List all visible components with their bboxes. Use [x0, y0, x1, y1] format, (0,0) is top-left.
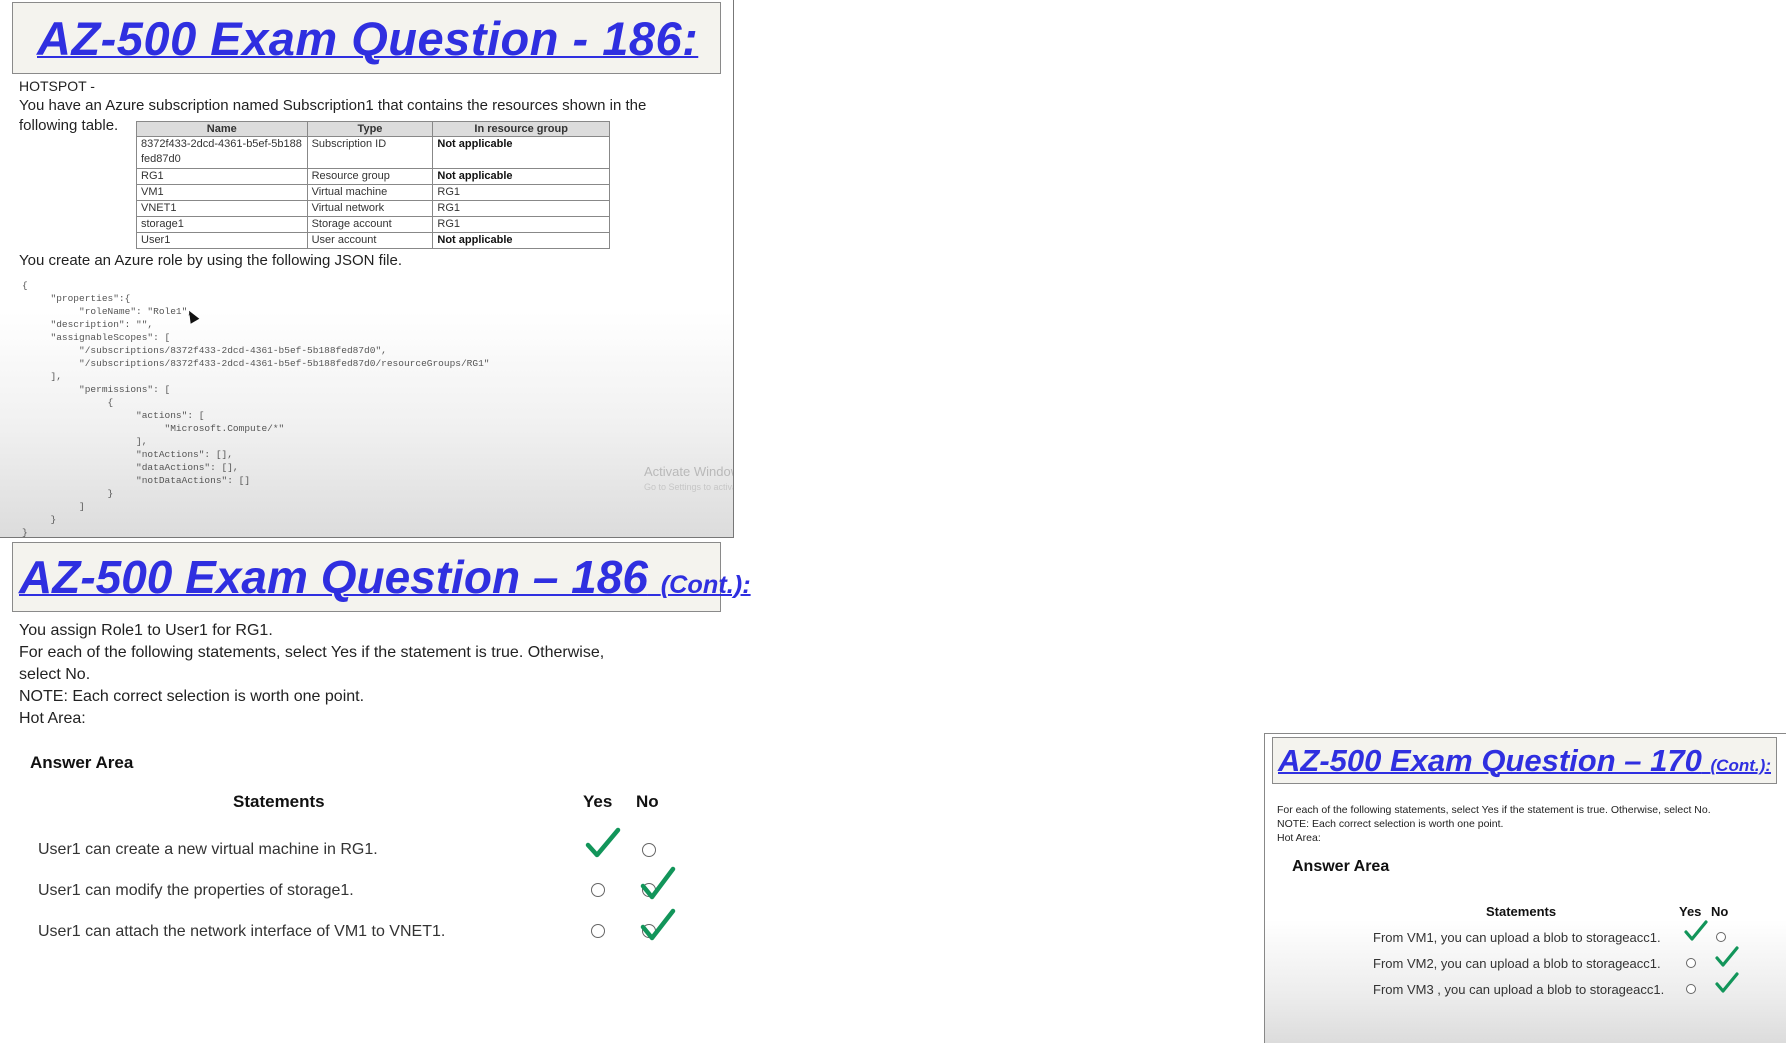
question-186-title: AZ-500 Exam Question - 186:: [37, 11, 699, 65]
table-header-row: Name Type In resource group: [136, 121, 610, 137]
yes-column-header: Yes: [583, 792, 613, 811]
no-column-header: No: [1711, 904, 1729, 919]
no-checkmark-icon[interactable]: [1715, 946, 1739, 968]
table-row: User1 User account Not applicable: [136, 232, 610, 249]
title-suffix: (Cont.):: [1710, 755, 1771, 775]
table-row: VNET1 Virtual network RG1: [136, 200, 610, 217]
table-cell: User account: [306, 232, 434, 249]
table-row: VM1 Virtual machine RG1: [136, 184, 610, 201]
table-cell: RG1: [432, 184, 610, 201]
statement-2: From VM2, you can upload a blob to stora…: [1373, 956, 1661, 971]
yes-radio-2[interactable]: [1686, 958, 1696, 968]
table-row: RG1 Resource group Not applicable: [136, 168, 610, 185]
no-radio-1[interactable]: [1716, 932, 1726, 942]
table-header-type: Type: [306, 121, 434, 137]
table-cell: storage1: [136, 216, 308, 233]
table-header-name: Name: [136, 121, 308, 137]
question-intro-line2: following table.: [19, 117, 119, 134]
table-cell: VM1: [136, 184, 308, 201]
table-cell: Resource group: [306, 168, 434, 185]
assignment-line: You assign Role1 to User1 for RG1.: [19, 622, 273, 639]
statement-3: User1 can attach the network interface o…: [38, 923, 446, 940]
hot-area-label: Hot Area:: [19, 710, 86, 727]
question-intro-line1: You have an Azure subscription named Sub…: [19, 97, 647, 114]
question-186-title-box: AZ-500 Exam Question - 186:: [12, 2, 721, 74]
instruction-line: For each of the following statements, se…: [1277, 804, 1711, 816]
question-170-cont-title-box: AZ-500 Exam Question – 170 (Cont.):: [1272, 737, 1777, 784]
title-main: AZ-500 Exam Question – 186: [19, 551, 648, 603]
yes-checkmark-icon[interactable]: [1684, 920, 1708, 942]
yes-radio-3[interactable]: [591, 924, 605, 938]
yes-checkmark-icon[interactable]: [585, 827, 621, 859]
question-186-slide: AZ-500 Exam Question - 186: HOTSPOT - Yo…: [0, 0, 734, 538]
table-row: storage1 Storage account RG1: [136, 216, 610, 233]
hotspot-label: HOTSPOT -: [19, 78, 95, 94]
no-checkmark-icon[interactable]: [640, 908, 676, 942]
table-cell: User1: [136, 232, 308, 249]
note-line: NOTE: Each correct selection is worth on…: [19, 688, 365, 705]
instruction-line: For each of the following statements, se…: [19, 644, 605, 661]
yes-radio-2[interactable]: [591, 883, 605, 897]
resource-table: Name Type In resource group 8372f433-2dc…: [136, 121, 610, 249]
table-cell: Not applicable: [432, 232, 610, 249]
statement-2: User1 can modify the properties of stora…: [38, 882, 354, 899]
instruction-line-cont: select No.: [19, 666, 91, 683]
table-cell: Not applicable: [432, 136, 610, 169]
json-intro: You create an Azure role by using the fo…: [19, 252, 402, 269]
table-cell: Subscription ID: [306, 136, 434, 169]
statements-column-header: Statements: [1486, 904, 1557, 919]
table-header-resource-group: In resource group: [432, 121, 610, 137]
table-cell: Storage account: [306, 216, 434, 233]
table-cell: VNET1: [136, 200, 308, 217]
table-cell: RG1: [432, 200, 610, 217]
question-170-cont-title: AZ-500 Exam Question – 170 (Cont.):: [1278, 743, 1771, 779]
table-cell: Virtual network: [306, 200, 434, 217]
no-radio-1[interactable]: [642, 843, 656, 857]
question-170-cont-slide: AZ-500 Exam Question – 170 (Cont.): For …: [1264, 733, 1786, 1043]
question-186-cont-title-box: AZ-500 Exam Question – 186 (Cont.):: [12, 542, 751, 612]
statement-1: User1 can create a new virtual machine i…: [38, 841, 378, 858]
note-line: NOTE: Each correct selection is worth on…: [1277, 818, 1504, 830]
answer-area-heading: Answer Area: [30, 753, 134, 772]
table-cell: RG1: [432, 216, 610, 233]
title-suffix: (Cont.):: [660, 571, 751, 599]
table-cell: Not applicable: [432, 168, 610, 185]
no-checkmark-icon[interactable]: [1715, 972, 1739, 994]
answer-area-heading: Answer Area: [1292, 858, 1390, 875]
statement-1: From VM1, you can upload a blob to stora…: [1373, 930, 1661, 945]
activate-windows-watermark: Activate Windows: [644, 464, 733, 479]
question-186-cont-slide: AZ-500 Exam Question – 186 (Cont.): You …: [0, 540, 751, 990]
no-checkmark-icon[interactable]: [640, 866, 676, 902]
yes-column-header: Yes: [1679, 904, 1702, 919]
table-cell: 8372f433-2dcd-4361-b5ef-5b188fed87d0: [136, 136, 308, 169]
table-cell: RG1: [136, 168, 308, 185]
statement-3: From VM3 , you can upload a blob to stor…: [1373, 982, 1665, 997]
role-json-code: { "properties":{ "roleName": "Role1", "d…: [22, 280, 490, 538]
hot-area-label: Hot Area:: [1277, 832, 1321, 844]
activate-windows-subtext: Go to Settings to activate Windows.: [644, 482, 733, 492]
no-column-header: No: [636, 792, 659, 811]
table-row: 8372f433-2dcd-4361-b5ef-5b188fed87d0 Sub…: [136, 136, 610, 169]
question-186-cont-title: AZ-500 Exam Question – 186 (Cont.):: [19, 550, 751, 604]
title-main: AZ-500 Exam Question – 170: [1278, 742, 1702, 778]
table-cell: Virtual machine: [306, 184, 434, 201]
statements-column-header: Statements: [233, 792, 325, 811]
yes-radio-3[interactable]: [1686, 984, 1696, 994]
